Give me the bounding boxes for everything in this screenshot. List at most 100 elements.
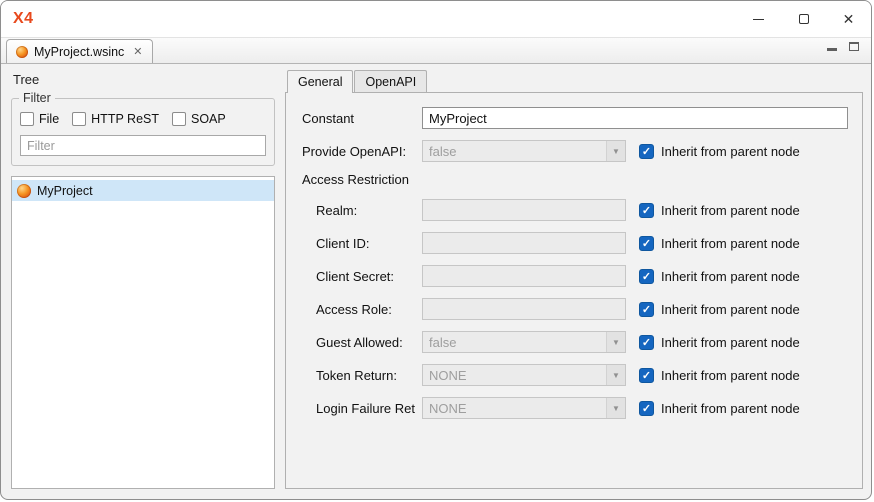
editor-tab-label: MyProject.wsinc [34, 45, 124, 59]
client-id-label: Client ID: [302, 236, 422, 251]
access-role-input [422, 298, 626, 320]
inherit-checkbox[interactable]: ✓ [639, 302, 654, 317]
maximize-view-button[interactable] [849, 38, 859, 56]
minimize-view-button[interactable] [827, 38, 837, 56]
guest-allowed-row: Guest Allowed: false ▼ ✓ Inherit from pa… [302, 330, 848, 354]
tree-panel: Tree Filter File HTTP ReST SOAP [9, 69, 277, 489]
dropdown-arrow-icon: ▼ [606, 398, 625, 418]
inherit-checkbox[interactable]: ✓ [639, 236, 654, 251]
inherit-checkbox[interactable]: ✓ [639, 401, 654, 416]
main-area: Tree Filter File HTTP ReST SOAP [1, 64, 871, 499]
realm-row: Realm: ✓ Inherit from parent node [302, 198, 848, 222]
app-window: X4 ✕ MyProject.wsinc ✕ Tree [0, 0, 872, 500]
token-return-inherit[interactable]: ✓ Inherit from parent node [639, 368, 800, 383]
general-tab-content: Constant Provide OpenAPI: false ▼ ✓ Inhe… [285, 92, 863, 489]
soap-checkbox[interactable] [172, 112, 186, 126]
client-secret-input [422, 265, 626, 287]
soap-checkbox-label: SOAP [191, 112, 226, 126]
project-tree[interactable]: MyProject [11, 176, 275, 489]
window-controls: ✕ [736, 1, 871, 37]
editor-tab-myproject[interactable]: MyProject.wsinc ✕ [6, 39, 153, 63]
tree-item-label: MyProject [37, 184, 93, 198]
filter-input[interactable] [20, 135, 266, 156]
token-return-label: Token Return: [302, 368, 422, 383]
inherit-checkbox[interactable]: ✓ [639, 144, 654, 159]
minimize-view-icon [827, 48, 837, 51]
filter-option-file[interactable]: File [20, 112, 59, 126]
inherit-label: Inherit from parent node [661, 302, 800, 317]
provide-openapi-value: false [423, 144, 606, 159]
realm-input [422, 199, 626, 221]
realm-label: Realm: [302, 203, 422, 218]
wsinc-file-icon [16, 46, 28, 58]
access-role-row: Access Role: ✓ Inherit from parent node [302, 297, 848, 321]
editor-tab-bar: MyProject.wsinc ✕ [1, 37, 871, 64]
inherit-label: Inherit from parent node [661, 269, 800, 284]
inherit-label: Inherit from parent node [661, 368, 800, 383]
http-rest-checkbox-label: HTTP ReST [91, 112, 159, 126]
client-id-inherit[interactable]: ✓ Inherit from parent node [639, 236, 800, 251]
login-failure-inherit[interactable]: ✓ Inherit from parent node [639, 401, 800, 416]
guest-allowed-select: false ▼ [422, 331, 626, 353]
view-toolbar [827, 38, 859, 56]
dropdown-arrow-icon: ▼ [606, 332, 625, 352]
inherit-label: Inherit from parent node [661, 401, 800, 416]
provide-openapi-inherit[interactable]: ✓ Inherit from parent node [639, 144, 800, 159]
inherit-checkbox[interactable]: ✓ [639, 335, 654, 350]
window-close-button[interactable]: ✕ [826, 1, 871, 37]
inherit-label: Inherit from parent node [661, 335, 800, 350]
token-return-row: Token Return: NONE ▼ ✓ Inherit from pare… [302, 363, 848, 387]
provide-openapi-select: false ▼ [422, 140, 626, 162]
tab-general[interactable]: General [287, 70, 353, 93]
properties-tabs: General OpenAPI [287, 69, 863, 92]
client-secret-inherit[interactable]: ✓ Inherit from parent node [639, 269, 800, 284]
properties-panel: General OpenAPI Constant Provide OpenAPI… [285, 69, 863, 489]
inherit-label: Inherit from parent node [661, 203, 800, 218]
file-checkbox[interactable] [20, 112, 34, 126]
minimize-icon [753, 19, 764, 20]
http-rest-checkbox[interactable] [72, 112, 86, 126]
realm-inherit[interactable]: ✓ Inherit from parent node [639, 203, 800, 218]
window-maximize-button[interactable] [781, 1, 826, 37]
filter-group: Filter File HTTP ReST SOAP [11, 98, 275, 166]
client-id-input [422, 232, 626, 254]
inherit-checkbox[interactable]: ✓ [639, 269, 654, 284]
tab-openapi[interactable]: OpenAPI [354, 70, 427, 92]
file-checkbox-label: File [39, 112, 59, 126]
filter-option-soap[interactable]: SOAP [172, 112, 226, 126]
x4-logo: X4 [13, 10, 34, 28]
guest-allowed-value: false [423, 335, 606, 350]
inherit-label: Inherit from parent node [661, 144, 800, 159]
login-failure-row: Login Failure Ret NONE ▼ ✓ Inherit from … [302, 396, 848, 420]
client-secret-row: Client Secret: ✓ Inherit from parent nod… [302, 264, 848, 288]
login-failure-select: NONE ▼ [422, 397, 626, 419]
guest-allowed-inherit[interactable]: ✓ Inherit from parent node [639, 335, 800, 350]
window-minimize-button[interactable] [736, 1, 781, 37]
maximize-view-icon [849, 42, 859, 51]
filter-option-http-rest[interactable]: HTTP ReST [72, 112, 159, 126]
token-return-value: NONE [423, 368, 606, 383]
tree-panel-heading: Tree [13, 72, 277, 87]
filter-options: File HTTP ReST SOAP [20, 112, 266, 126]
dropdown-arrow-icon: ▼ [606, 141, 625, 161]
access-restriction-heading: Access Restriction [302, 172, 848, 187]
access-role-label: Access Role: [302, 302, 422, 317]
constant-input[interactable] [422, 107, 848, 129]
inherit-checkbox[interactable]: ✓ [639, 368, 654, 383]
client-id-row: Client ID: ✓ Inherit from parent node [302, 231, 848, 255]
title-bar: X4 ✕ [1, 1, 871, 37]
tree-item-myproject[interactable]: MyProject [12, 180, 274, 201]
provide-openapi-label: Provide OpenAPI: [302, 144, 422, 159]
login-failure-label: Login Failure Ret [302, 401, 422, 416]
token-return-select: NONE ▼ [422, 364, 626, 386]
close-icon: ✕ [843, 12, 855, 26]
login-failure-value: NONE [423, 401, 606, 416]
provide-openapi-row: Provide OpenAPI: false ▼ ✓ Inherit from … [302, 139, 848, 163]
dropdown-arrow-icon: ▼ [606, 365, 625, 385]
tab-close-icon[interactable]: ✕ [133, 45, 142, 58]
client-secret-label: Client Secret: [302, 269, 422, 284]
guest-allowed-label: Guest Allowed: [302, 335, 422, 350]
inherit-checkbox[interactable]: ✓ [639, 203, 654, 218]
maximize-icon [799, 14, 809, 24]
access-role-inherit[interactable]: ✓ Inherit from parent node [639, 302, 800, 317]
